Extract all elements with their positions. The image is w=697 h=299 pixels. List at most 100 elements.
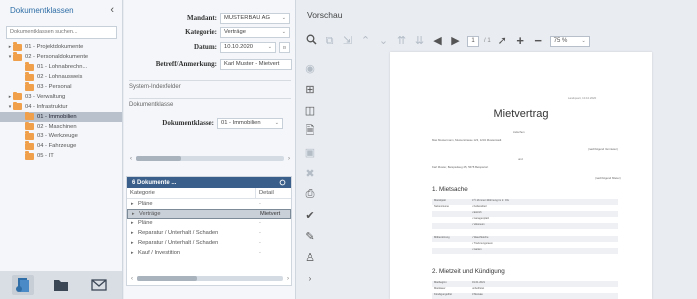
tree-item[interactable]: ▸ 01 - Projektdokumente [0,42,122,53]
layout-icon[interactable]: ◫ [303,100,317,121]
folder-icon[interactable] [50,275,72,295]
expand-icon[interactable]: ▸ [131,250,138,256]
save-icon[interactable]: ▣ [303,142,317,163]
document-row[interactable]: ▸ Reparatur / Unterhalt / Schaden - [127,228,291,238]
last-page-icon[interactable]: ▶ [449,34,462,48]
document-icon[interactable]: 🗎 [303,121,317,142]
datum-row: Datum: 10.10.2020 ⌄ [124,40,290,54]
document-table-row: • Garten [432,248,618,254]
chevron-down-icon: ⌄ [581,38,586,44]
double-chevron-up-icon[interactable]: ⇈ [395,34,408,48]
dokumentklasse-select[interactable]: 01 - Immobilien ⌄ [217,117,283,129]
tree-item[interactable]: 02 - Maschinen [0,121,122,132]
signature-icon[interactable]: ♙ [303,247,317,268]
tree-item[interactable]: 04 - Fahrzeuge [0,141,122,151]
documents-list-panel: 6 Dokumente ... Kategorie Detail ▸ Pläne -… [126,176,292,286]
tree-item[interactable]: ▾ 04 - Infrastruktur [0,101,122,112]
pen-icon[interactable]: ✎ [303,226,317,247]
tree-item[interactable]: 05 - IT [0,151,122,161]
checkmark-icon[interactable]: ✔ [303,205,317,226]
kategorie-select[interactable]: Verträge ⌄ [220,26,290,38]
folder-icon [25,121,34,131]
expand-icon[interactable]: ▸ [131,201,138,207]
betreff-input[interactable]: Karl Muster - Mietvert [220,58,292,70]
column-detail[interactable]: Detail [256,188,291,198]
expand-icon[interactable]: ▸ [131,230,138,236]
document-row[interactable]: ▸ Pläne - [127,199,291,209]
preview-title: Vorschau [307,10,343,20]
tree-item[interactable]: 01 - Lohnabrechn... [0,62,122,72]
scroll-left-icon[interactable]: ‹ [130,156,132,162]
double-chevron-down-icon[interactable]: ⇊ [413,34,426,48]
zoom-in-icon[interactable]: + [514,34,527,48]
search-input[interactable] [6,25,117,39]
tools-icon[interactable]: ✖ [303,163,317,184]
page-number-input[interactable]: 1 [467,35,479,47]
scroll-thumb[interactable] [136,156,181,161]
kategorie-text: Pläne [138,200,153,207]
export-icon[interactable]: ⇲ [341,34,354,48]
tree-item[interactable]: ▾ 02 - Personaldokumente [0,52,122,62]
expand-icon[interactable]: ▸ [131,220,138,226]
chevron-right-icon[interactable]: › [303,268,317,289]
tree-item-label: 02 - Lohnausweis [37,74,83,81]
kategorie-row: Kategorie: Verträge ⌄ [124,25,290,39]
cell-kategorie: ▸ Pläne [127,201,256,207]
document-row[interactable]: ▸ Verträge Mietvert [127,208,291,219]
chevron-down-icon: ⌄ [267,44,272,50]
horizontal-scrollbar[interactable]: ‹ › [131,275,289,282]
folder-icon [25,151,34,160]
first-page-icon[interactable]: ◀ [431,34,444,48]
zoom-select[interactable]: 75 % ⌄ [549,35,590,47]
zoom-out-icon[interactable]: − [532,34,545,48]
tree-item[interactable]: 03 - Werkzeuge [0,131,122,142]
scroll-track[interactable] [136,156,284,161]
copy-icon[interactable]: ⧉ [323,34,336,48]
system-index-section[interactable]: System-Indexfelder [129,80,291,90]
document-class-section: Dokumentklasse [129,98,291,108]
scroll-track[interactable] [137,276,283,281]
tree-item[interactable]: 02 - Lohnausweis [0,72,122,82]
tree-item[interactable]: 01 - Immobilien [0,111,122,122]
document-table: Mietobjekt 3 ½ Zimmer-Wohnung im 2. OG Neb… [432,199,618,229]
documents-icon[interactable] [12,275,34,295]
scroll-left-icon[interactable]: ‹ [131,276,133,282]
mandant-select[interactable]: MUSTERBAU AG ⌄ [220,12,290,24]
documents-list-columns: Kategorie Detail [127,188,291,199]
horizontal-scrollbar[interactable]: ‹ › [130,154,290,163]
datum-input[interactable]: 10.10.2020 ⌄ [220,41,276,53]
expand-icon[interactable]: ▸ [131,240,138,246]
document-text: und [518,157,523,161]
search-icon[interactable] [305,34,318,49]
chevron-left-icon[interactable]: ‹ [110,4,114,16]
print-icon[interactable]: ⎙ [303,184,317,205]
documents-count: 6 Dokumente ... [132,179,177,186]
mail-icon[interactable] [88,275,110,295]
cell-kategorie: ▸ Reparatur / Unterhalt / Schaden [127,230,256,236]
stamp-icon[interactable]: ◉ [303,58,317,79]
scroll-right-icon[interactable]: › [287,276,289,282]
expand-icon[interactable]: ▸ [132,211,139,217]
scroll-thumb[interactable] [137,276,197,281]
chevron-up-icon[interactable]: ⌃ [359,34,372,48]
tree-item-label: 02 - Personaldokumente [25,54,89,61]
datum-value: 10.10.2020 [224,44,254,50]
chevron-down-icon: ⌄ [274,120,279,126]
chevron-down-icon: ⌄ [281,29,286,35]
document-row[interactable]: ▸ Kauf / Investition - [127,248,291,258]
kategorie-value: Verträge [224,29,246,35]
cell-kategorie: ▸ Reparatur / Unterhalt / Schaden [127,240,256,246]
tree-item[interactable]: 03 - Personal [0,82,122,92]
document-row[interactable]: ▸ Reparatur / Unterhalt / Schaden - [127,238,291,248]
column-kategorie[interactable]: Kategorie [127,188,256,198]
refresh-icon[interactable] [279,179,286,186]
chevron-down-icon[interactable]: ⌄ [377,34,390,48]
thumbnails-icon[interactable]: ⊞ [303,79,317,100]
tree-item[interactable]: ▸ 03 - Verwaltung [0,91,122,102]
scroll-right-icon[interactable]: › [288,156,290,162]
calendar-icon[interactable] [279,41,290,53]
cell-kategorie: ▸ Pläne [127,220,256,226]
preview-panel: Vorschau ⧉ ⇲ ⌃ ⌄ ⇈ ⇊ ◀ ▶ 1 / 1 ➚ + − 75 … [297,0,697,299]
cursor-icon[interactable]: ➚ [496,34,509,48]
document-row[interactable]: ▸ Pläne - [127,219,291,229]
